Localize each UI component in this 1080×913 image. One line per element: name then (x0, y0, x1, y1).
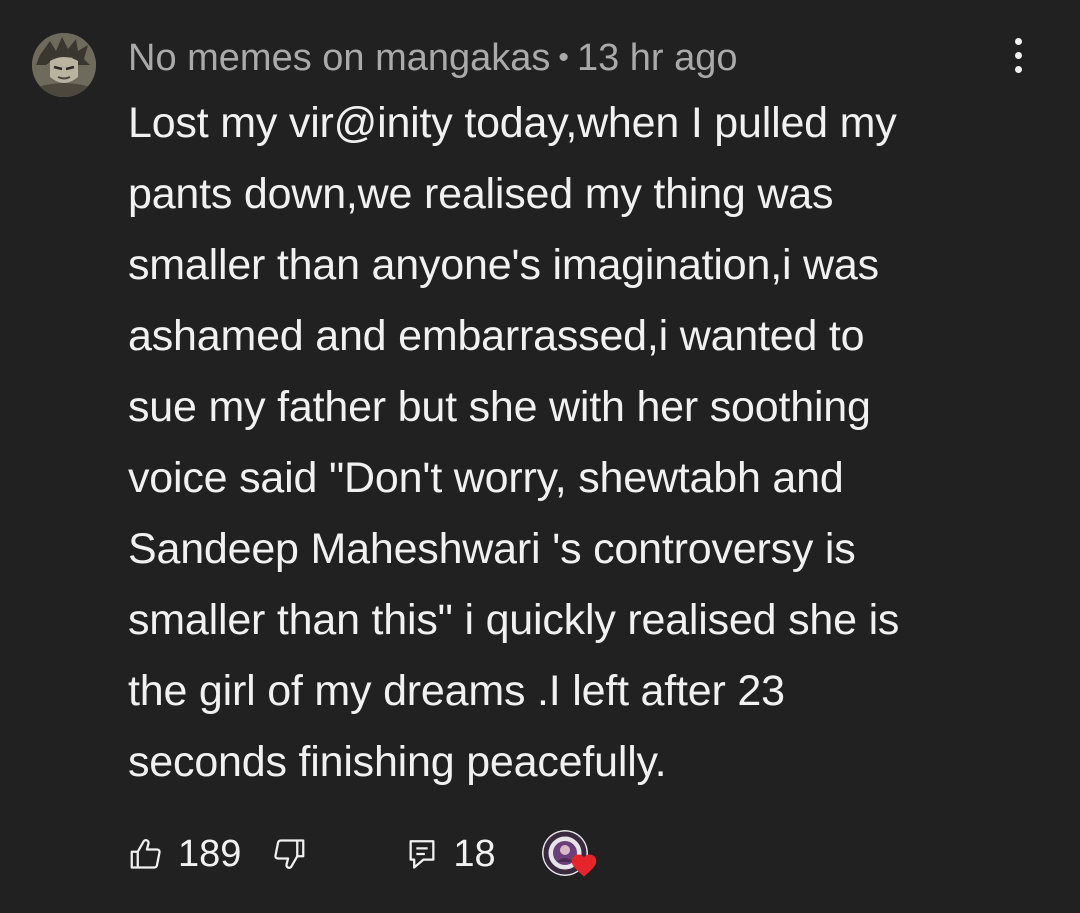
creator-heart-badge (541, 826, 598, 882)
dislike-button[interactable] (271, 836, 307, 872)
like-button[interactable]: 189 (128, 833, 241, 876)
like-count: 189 (178, 832, 242, 875)
comment-action-bar: 189 18 (128, 826, 598, 882)
more-vertical-icon-dot (1014, 65, 1022, 73)
thumbs-up-icon (130, 838, 161, 869)
creator-heart-icon (571, 854, 596, 877)
comment-menu-button[interactable] (998, 30, 1038, 80)
more-vertical-icon (1014, 37, 1022, 45)
comment-item: No memes on mangakas • 13 hr ago Lost my… (0, 0, 1080, 913)
more-vertical-icon-dot (1014, 51, 1022, 59)
comment-timestamp[interactable]: 13 hr ago (577, 37, 738, 80)
header-separator: • (558, 41, 569, 74)
user-avatar-icon (32, 33, 96, 97)
comment-header: No memes on mangakas • 13 hr ago (128, 34, 738, 82)
reply-comment-icon (409, 840, 435, 869)
reply-count: 18 (453, 832, 496, 875)
author-name[interactable]: No memes on mangakas (128, 37, 550, 80)
comment-text: Lost my vir@inity today,when I pulled my… (128, 99, 900, 786)
reply-button[interactable]: 18 (405, 832, 496, 876)
author-avatar[interactable] (32, 33, 96, 97)
thumbs-down-icon (274, 839, 305, 870)
